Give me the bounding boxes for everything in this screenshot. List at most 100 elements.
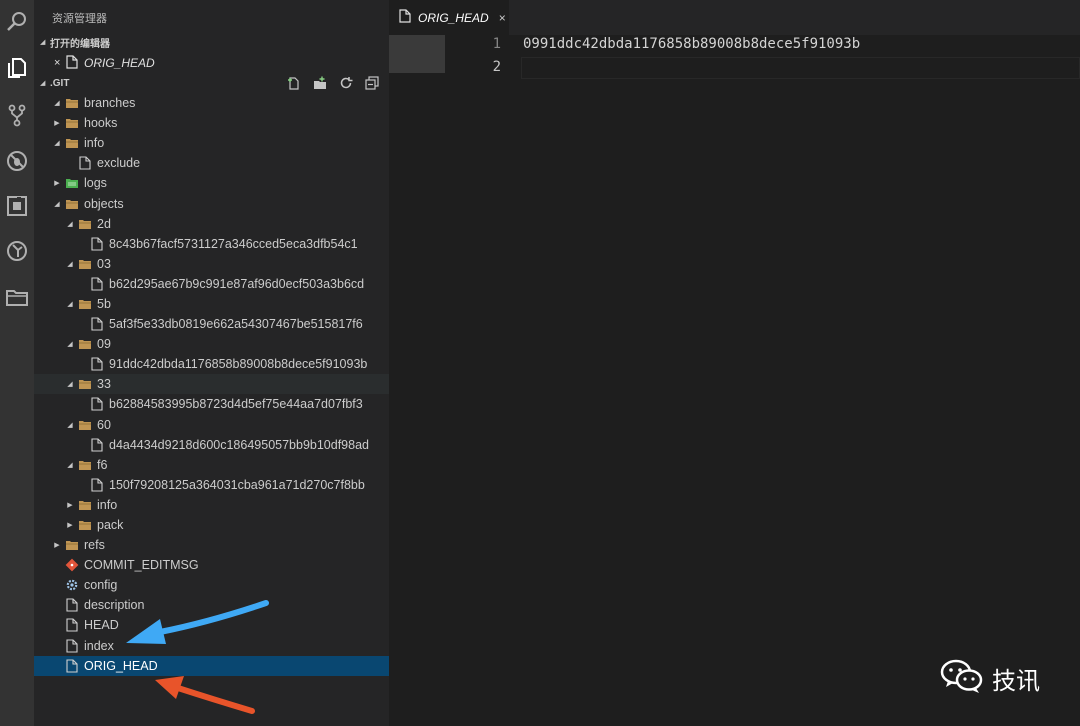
folder-open-icon bbox=[78, 217, 92, 231]
open-editor-item[interactable]: × ORIG_HEAD bbox=[34, 53, 389, 73]
chevron-down-icon[interactable]: ◢ bbox=[65, 461, 75, 469]
tree-file-row[interactable]: exclude bbox=[34, 153, 389, 173]
tree-folder-row[interactable]: ◢ 5b bbox=[34, 294, 389, 314]
chevron-down-icon[interactable]: ◢ bbox=[65, 421, 75, 429]
tree-file-row[interactable]: 91ddc42dbda1176858b89008b8dece5f91093b bbox=[34, 354, 389, 374]
tree-item-label: logs bbox=[84, 176, 107, 191]
files-icon[interactable] bbox=[0, 48, 34, 88]
tree-file-row[interactable]: d4a4434d9218d600c186495057bb9b10df98ad bbox=[34, 435, 389, 455]
git-history-icon[interactable] bbox=[0, 231, 34, 271]
git-folder-header[interactable]: ◢ .GIT bbox=[34, 73, 389, 93]
tree-folder-row[interactable]: ▶ refs bbox=[34, 535, 389, 555]
tree-folder-row[interactable]: ◢ objects bbox=[34, 193, 389, 213]
chevron-right-icon[interactable]: ▶ bbox=[52, 541, 62, 549]
chevron-right-icon[interactable]: ▶ bbox=[65, 521, 75, 529]
wechat-watermark: 技讯 bbox=[940, 658, 1040, 699]
tree-item-label: 09 bbox=[97, 337, 111, 352]
code-editor[interactable]: 1 2 0991ddc42dbda1176858b89008b8dece5f91… bbox=[389, 35, 1080, 726]
tree-folder-row[interactable]: ◢ 09 bbox=[34, 334, 389, 354]
tree-file-row[interactable]: ORIG_HEAD bbox=[34, 655, 389, 676]
chevron-down-icon[interactable]: ◢ bbox=[52, 139, 62, 147]
tree-item-label: info bbox=[84, 136, 105, 151]
folder-icon[interactable] bbox=[0, 277, 34, 317]
file-icon bbox=[90, 317, 104, 331]
editor-tab-bar: ORIG_HEAD × bbox=[389, 0, 1080, 35]
tree-item-label: 33 bbox=[97, 377, 111, 392]
file-icon bbox=[65, 659, 79, 673]
tree-item-label: ORIG_HEAD bbox=[84, 658, 158, 673]
file-tree: ◢ branches ▶ hooks ◢ info exclude ▶ logs ◢ objects… bbox=[34, 93, 389, 676]
folder-open-icon bbox=[78, 337, 92, 351]
watermark-text: 技讯 bbox=[992, 667, 1040, 695]
tree-item-label: b62884583995b8723d4d5ef75e44aa7d07fbf3 bbox=[109, 397, 363, 412]
tree-file-row[interactable]: config bbox=[34, 575, 389, 595]
git-icon bbox=[65, 558, 79, 572]
tree-item-label: branches bbox=[84, 96, 136, 111]
chevron-right-icon[interactable]: ▶ bbox=[52, 179, 62, 187]
chevron-down-icon[interactable]: ◢ bbox=[52, 99, 62, 107]
tree-item-label: exclude bbox=[97, 156, 141, 171]
chevron-down-icon[interactable]: ◢ bbox=[65, 300, 75, 308]
source-control-icon[interactable] bbox=[0, 95, 34, 135]
chevron-down-icon[interactable]: ◢ bbox=[65, 340, 75, 348]
tree-file-row[interactable]: b62d295ae67b9c991e87af96d0ecf503a3b6cd bbox=[34, 274, 389, 294]
extensions-icon[interactable] bbox=[0, 186, 34, 226]
tree-file-row[interactable]: HEAD bbox=[34, 615, 389, 635]
sidebar-title: 资源管理器 bbox=[52, 13, 107, 25]
folder-open-icon bbox=[65, 116, 79, 130]
tree-item-label: refs bbox=[84, 538, 105, 553]
tree-file-row[interactable]: index bbox=[34, 636, 389, 656]
refresh-icon[interactable] bbox=[337, 75, 355, 91]
file-icon bbox=[90, 478, 104, 492]
folder-open-icon bbox=[78, 297, 92, 311]
tree-item-label: 5b bbox=[97, 296, 111, 311]
chevron-down-icon[interactable]: ◢ bbox=[65, 260, 75, 268]
tree-file-row[interactable]: 8c43b67facf5731127a346cced5eca3dfb54c1 bbox=[34, 234, 389, 254]
tree-folder-row[interactable]: ▶ info bbox=[34, 495, 389, 515]
tree-file-row[interactable]: 5af3f5e33db0819e662a54307467be515817f6 bbox=[34, 314, 389, 334]
close-icon[interactable]: × bbox=[54, 57, 64, 69]
debug-icon[interactable] bbox=[0, 141, 34, 181]
tree-folder-row[interactable]: ◢ info bbox=[34, 133, 389, 153]
open-editors-header[interactable]: ◢ 打开的编辑器 bbox=[34, 32, 389, 52]
tree-item-label: 150f79208125a364031cba961a71d270c7f8bb bbox=[109, 477, 365, 492]
new-folder-icon[interactable] bbox=[311, 75, 329, 91]
collapse-all-icon[interactable] bbox=[363, 75, 381, 91]
activity-bar bbox=[0, 0, 34, 726]
chevron-down-icon[interactable]: ◢ bbox=[65, 220, 75, 228]
wechat-icon bbox=[940, 658, 984, 699]
tree-folder-row[interactable]: ◢ 2d bbox=[34, 214, 389, 234]
code-line[interactable]: 0991ddc42dbda1176858b89008b8dece5f91093b bbox=[523, 36, 860, 52]
tree-item-label: d4a4434d9218d600c186495057bb9b10df98ad bbox=[109, 437, 369, 452]
close-icon[interactable]: × bbox=[499, 11, 506, 25]
file-icon bbox=[90, 237, 104, 251]
chevron-right-icon[interactable]: ▶ bbox=[52, 119, 62, 127]
tree-folder-row[interactable]: ◢ 33 bbox=[34, 374, 389, 395]
tree-folder-row[interactable]: ▶ pack bbox=[34, 515, 389, 535]
tree-file-row[interactable]: COMMIT_EDITMSG bbox=[34, 555, 389, 575]
tab-orig-head[interactable]: ORIG_HEAD × bbox=[389, 0, 509, 35]
logs-folder-icon bbox=[65, 176, 79, 190]
search-icon[interactable] bbox=[0, 2, 34, 42]
file-icon bbox=[399, 9, 411, 26]
tree-file-row[interactable]: description bbox=[34, 595, 389, 615]
tree-folder-row[interactable]: ◢ branches bbox=[34, 93, 389, 113]
tree-folder-row[interactable]: ▶ hooks bbox=[34, 113, 389, 133]
chevron-down-icon[interactable]: ◢ bbox=[65, 380, 75, 388]
chevron-right-icon[interactable]: ▶ bbox=[65, 501, 75, 509]
open-editors-title: 打开的编辑器 bbox=[50, 38, 110, 50]
open-editor-label: ORIG_HEAD bbox=[84, 56, 155, 70]
folder-open-icon bbox=[65, 96, 79, 110]
tree-item-label: 91ddc42dbda1176858b89008b8dece5f91093b bbox=[109, 357, 368, 372]
current-line-highlight[interactable] bbox=[521, 57, 1080, 79]
minimap-slider[interactable] bbox=[389, 35, 445, 73]
tree-folder-row[interactable]: ◢ 03 bbox=[34, 254, 389, 274]
tree-file-row[interactable]: b62884583995b8723d4d5ef75e44aa7d07fbf3 bbox=[34, 394, 389, 414]
tree-file-row[interactable]: 150f79208125a364031cba961a71d270c7f8bb bbox=[34, 475, 389, 495]
tree-folder-row[interactable]: ◢ 60 bbox=[34, 415, 389, 435]
tree-item-label: 2d bbox=[97, 216, 111, 231]
tree-folder-row[interactable]: ◢ f6 bbox=[34, 455, 389, 475]
new-file-icon[interactable] bbox=[285, 75, 303, 91]
chevron-down-icon[interactable]: ◢ bbox=[52, 200, 62, 208]
tree-folder-row[interactable]: ▶ logs bbox=[34, 173, 389, 193]
